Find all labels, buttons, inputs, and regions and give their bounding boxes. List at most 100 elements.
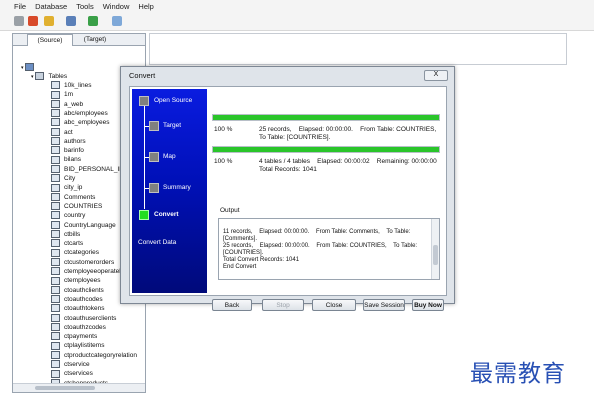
tree-item-label: ctoauthclients bbox=[64, 286, 104, 294]
close-button[interactable]: X bbox=[424, 70, 448, 81]
tree-item-table[interactable]: ctoauthtokens bbox=[51, 304, 104, 313]
convert-dialog: Convert X Open Source Target Map Summary… bbox=[120, 66, 455, 311]
table-icon bbox=[51, 360, 60, 369]
table-icon bbox=[51, 109, 60, 118]
tree-item-table[interactable]: COUNTRIES bbox=[51, 202, 102, 211]
menu-bar: File Database Tools Window Help bbox=[0, 0, 594, 13]
tree-item-label: city_ip bbox=[64, 184, 83, 192]
dialog-body: Open Source Target Map Summary Convert C… bbox=[129, 86, 447, 311]
table-progress-percent: 100 % bbox=[214, 126, 233, 133]
table-icon bbox=[51, 99, 60, 108]
output-line: End Convert bbox=[223, 264, 257, 270]
tree-item-table[interactable]: abc_employees bbox=[51, 118, 110, 127]
query-icon[interactable] bbox=[66, 16, 76, 26]
tree-item-table[interactable]: Comments bbox=[51, 192, 95, 202]
tree-item-label: abc_employees bbox=[64, 119, 110, 127]
grid-icon[interactable] bbox=[112, 16, 122, 26]
menu-help[interactable]: Help bbox=[138, 2, 153, 11]
output-log: 11 records, Elapsed: 00:00:00. From Tabl… bbox=[218, 218, 440, 280]
back-button[interactable]: Back bbox=[212, 299, 252, 311]
tables-folder[interactable]: ▾ Tables bbox=[31, 72, 67, 81]
tree-item-table[interactable]: barinfo bbox=[51, 146, 84, 155]
tree-item-table[interactable]: ctpayments bbox=[51, 332, 97, 341]
table-icon bbox=[51, 350, 60, 359]
tree-item-table[interactable]: ctoauthcodes bbox=[51, 295, 103, 304]
tree-item-table[interactable]: BID_PERSONAL_INF bbox=[51, 164, 128, 174]
tree-item-table[interactable]: ctemployees bbox=[51, 276, 101, 285]
buy-now-button[interactable]: Buy Now bbox=[412, 299, 444, 311]
menu-window[interactable]: Window bbox=[103, 2, 130, 11]
disconnect-icon[interactable] bbox=[28, 16, 38, 26]
tree-item-table[interactable]: ctcategories bbox=[51, 248, 99, 257]
tree-item-label: 1m bbox=[64, 91, 74, 99]
tree-item-table[interactable]: city_ip bbox=[51, 183, 82, 192]
expand-icon[interactable]: ▾ bbox=[31, 74, 34, 80]
tree-item-table[interactable]: CountryLanguage bbox=[51, 220, 116, 230]
tree-item-table[interactable]: authors bbox=[51, 137, 86, 146]
tree-item-table[interactable]: ctoauthclients bbox=[51, 285, 104, 295]
horizontal-scrollbar[interactable] bbox=[13, 383, 145, 392]
connect-icon[interactable] bbox=[14, 16, 24, 26]
overall-progress-bar bbox=[212, 146, 440, 153]
save-session-button[interactable]: Save Session bbox=[363, 299, 405, 311]
table-icon bbox=[51, 211, 60, 220]
expand-icon[interactable]: ▾ bbox=[21, 65, 24, 71]
table-icon bbox=[51, 313, 60, 322]
menu-database[interactable]: Database bbox=[35, 2, 67, 11]
tree-item-table[interactable]: ctproductcategoryrelation bbox=[51, 350, 137, 360]
wizard-steps-panel: Open Source Target Map Summary Convert C… bbox=[132, 89, 207, 293]
table-icon bbox=[51, 304, 60, 313]
tree-item-table[interactable]: bilans bbox=[51, 155, 81, 164]
scrollbar-thumb[interactable] bbox=[35, 386, 95, 390]
tree-item-table[interactable]: a_web bbox=[51, 99, 83, 109]
table-progress-text2: To Table: [COUNTRIES]. bbox=[259, 134, 331, 141]
table-icon bbox=[51, 137, 60, 146]
tree-item-table[interactable]: abc/employees bbox=[51, 109, 108, 118]
tree-item-table[interactable]: City bbox=[51, 174, 75, 183]
table-icon bbox=[51, 174, 60, 183]
scrollbar-thumb[interactable] bbox=[433, 245, 438, 265]
output-scrollbar[interactable] bbox=[431, 219, 439, 279]
tab-source[interactable]: (Source) bbox=[27, 34, 73, 46]
table-icon bbox=[51, 146, 60, 155]
tree-item-table[interactable]: ctservice bbox=[51, 360, 90, 369]
tree-item-label: ctemployeeoperatelog bbox=[64, 268, 128, 275]
tree-item-table[interactable]: ctoauthuserclients bbox=[51, 313, 117, 323]
tab-target[interactable]: (Target) bbox=[73, 34, 117, 45]
tree-item-table[interactable]: ctplaylistitems bbox=[51, 341, 104, 350]
tree-item-table[interactable]: ctoauthzcodes bbox=[51, 323, 106, 332]
tree-item-label: authors bbox=[64, 137, 86, 145]
close-dialog-button[interactable]: Close bbox=[312, 299, 356, 311]
step-target-marker bbox=[149, 121, 159, 131]
toolbar bbox=[0, 13, 594, 31]
tree-item-table[interactable]: ctcarts bbox=[51, 239, 83, 248]
output-line: [Comments]. bbox=[223, 236, 258, 242]
tree-item-label: ctservice bbox=[64, 361, 90, 368]
output-line: 11 records, Elapsed: 00:00:00. From Tabl… bbox=[223, 229, 411, 235]
tree-item-table[interactable]: country bbox=[51, 211, 85, 220]
tree-item-label: 10k_lines bbox=[64, 82, 92, 89]
tree-item-label: COUNTRIES bbox=[64, 202, 103, 210]
tree-item-label: ctoauthuserclients bbox=[64, 314, 117, 322]
tree-item-table[interactable]: ctcustomerorders bbox=[51, 257, 114, 267]
tree-item-table[interactable]: ctemployeeoperatelog bbox=[51, 267, 128, 276]
browser-tabs: (Source) (Target) bbox=[13, 34, 145, 46]
tree-item-table[interactable]: act bbox=[51, 127, 73, 137]
table-icon bbox=[51, 81, 60, 90]
tree-item-table[interactable]: ctservices bbox=[51, 369, 93, 378]
connection-node[interactable]: ▾ bbox=[21, 63, 38, 72]
tree-item-table[interactable]: ctbills bbox=[51, 230, 80, 239]
tree-item-table[interactable]: 10k_lines bbox=[51, 81, 91, 90]
table-icon[interactable] bbox=[88, 16, 98, 26]
table-icon bbox=[51, 220, 60, 229]
tree-item-label: act bbox=[64, 128, 73, 136]
tree-item-table[interactable]: 1m bbox=[51, 90, 73, 99]
step-convert: Convert bbox=[154, 211, 179, 218]
table-icon bbox=[51, 276, 60, 285]
menu-file[interactable]: File bbox=[14, 2, 26, 11]
output-line: 25 records, Elapsed: 00:00:00. From Tabl… bbox=[223, 243, 418, 249]
tree-item-label: ctservices bbox=[64, 370, 93, 378]
menu-tools[interactable]: Tools bbox=[76, 2, 94, 11]
new-project-icon[interactable] bbox=[44, 16, 54, 26]
stop-button[interactable]: Stop bbox=[262, 299, 304, 311]
